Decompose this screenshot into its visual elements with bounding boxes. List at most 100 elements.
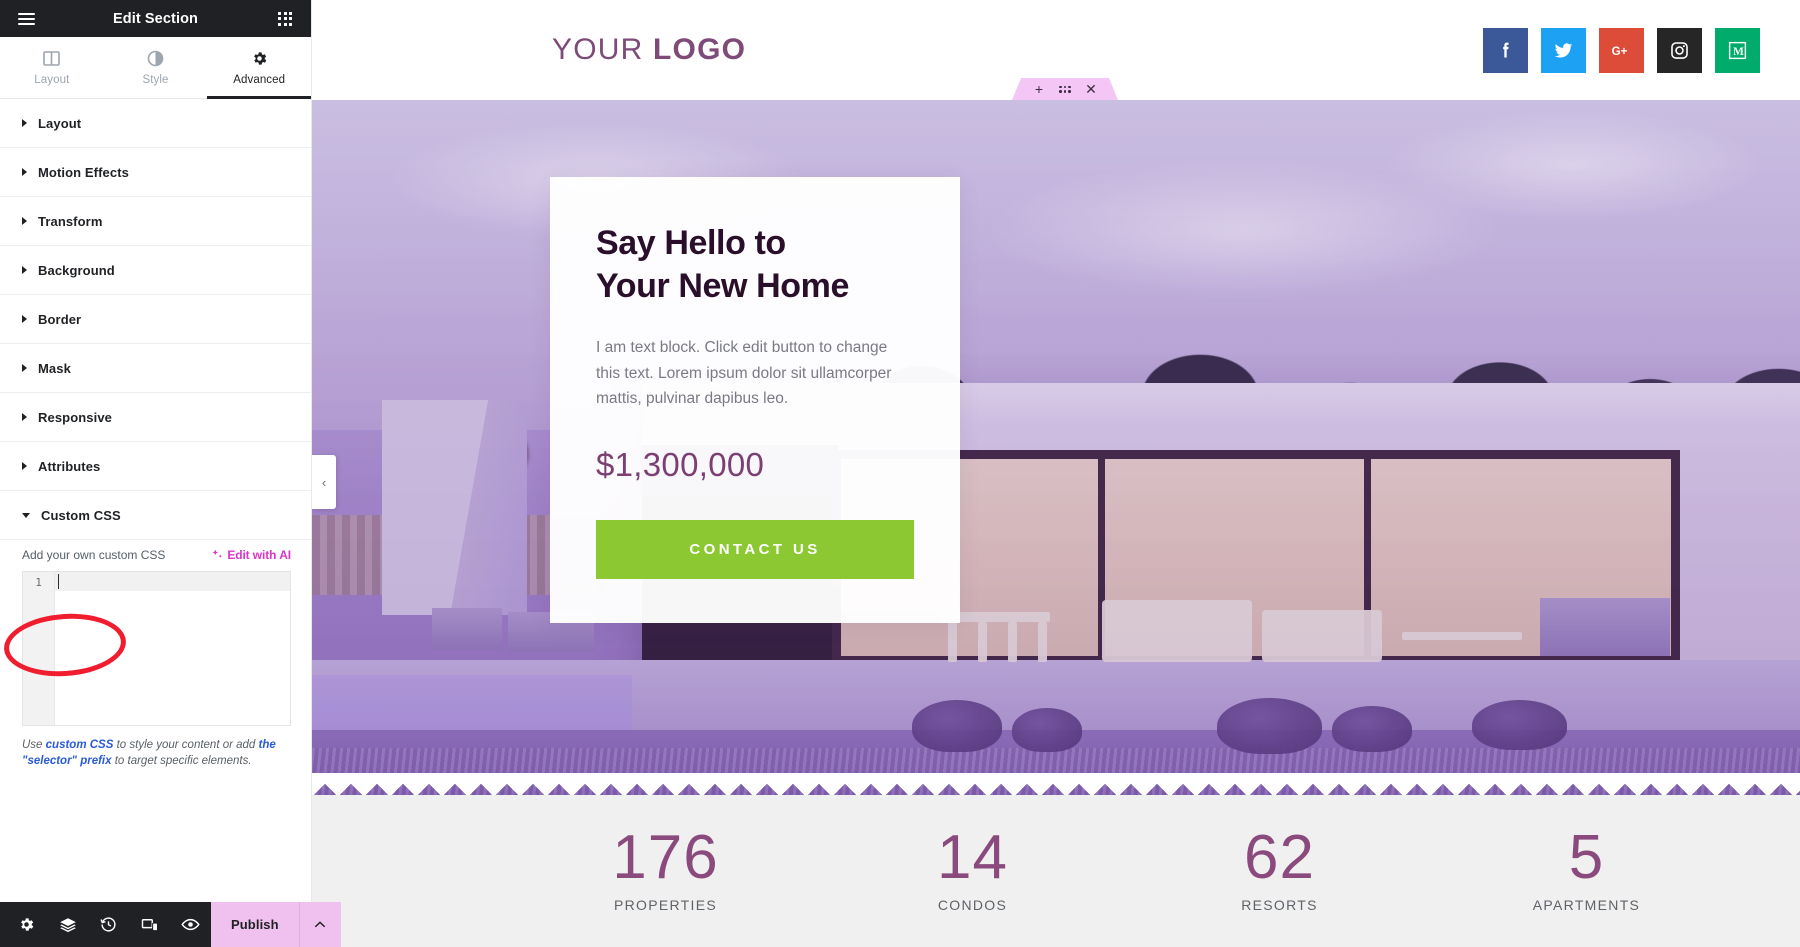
section-border[interactable]: Border bbox=[0, 295, 311, 344]
medium-icon[interactable]: M bbox=[1715, 27, 1760, 73]
footer-tools bbox=[0, 902, 211, 947]
elementor-editor: Edit Section Layout Style Advanced Layou… bbox=[0, 0, 1800, 947]
stat-label: APARTMENTS bbox=[1532, 896, 1641, 913]
publish-group: Publish bbox=[211, 902, 341, 947]
hero-title: Say Hello to Your New Home bbox=[596, 222, 914, 307]
panel-collapse-handle[interactable]: ‹ bbox=[312, 455, 336, 509]
logo-bold-word: LOGO bbox=[653, 33, 747, 66]
section-transform[interactable]: Transform bbox=[0, 197, 311, 246]
plus-icon[interactable]: + bbox=[1026, 78, 1052, 100]
tab-advanced[interactable]: Advanced bbox=[207, 37, 311, 99]
section-attributes[interactable]: Attributes bbox=[0, 442, 311, 491]
layout-columns-icon bbox=[43, 50, 61, 66]
hero-price: $1,300,000 bbox=[596, 445, 765, 483]
section-responsive-label: Responsive bbox=[38, 409, 112, 425]
section-toolbar-handle: + ✕ bbox=[1012, 78, 1118, 100]
section-mask[interactable]: Mask bbox=[0, 344, 311, 393]
custom-css-field-row: Add your own custom CSS Edit with AI bbox=[22, 548, 291, 562]
hamburger-menu-icon[interactable] bbox=[14, 7, 38, 31]
custom-css-body: Add your own custom CSS Edit with AI 1 U… bbox=[0, 540, 311, 770]
chevron-right-icon bbox=[22, 119, 27, 127]
layers-navigator-icon[interactable] bbox=[47, 902, 88, 947]
sparkle-ai-icon bbox=[212, 549, 223, 558]
editor-canvas: YOUR LOGO G+ M + ✕ Say Hello to Your New… bbox=[312, 0, 1800, 947]
contact-us-button[interactable]: CONTACT US bbox=[596, 519, 914, 579]
section-background[interactable]: Background bbox=[0, 246, 311, 295]
close-x-icon[interactable]: ✕ bbox=[1078, 78, 1104, 100]
custom-css-hint: Use custom CSS to style your content or … bbox=[22, 738, 291, 769]
purple-duotone-overlay bbox=[312, 100, 1800, 795]
hero-section[interactable]: Say Hello to Your New Home I am text blo… bbox=[312, 100, 1800, 795]
custom-css-code-editor[interactable]: 1 bbox=[22, 571, 291, 726]
eye-preview-icon[interactable] bbox=[170, 902, 211, 947]
social-icon-list: G+ M bbox=[1483, 27, 1760, 73]
chevron-right-icon bbox=[22, 413, 27, 421]
edit-with-ai-label: Edit with AI bbox=[227, 548, 291, 562]
stat-item: 5 APARTMENTS bbox=[1433, 827, 1740, 913]
contrast-circle-icon bbox=[147, 50, 164, 66]
chevron-right-icon bbox=[22, 217, 27, 225]
stat-label: PROPERTIES bbox=[614, 896, 717, 913]
tab-layout[interactable]: Layout bbox=[0, 37, 104, 98]
section-responsive[interactable]: Responsive bbox=[0, 393, 311, 442]
section-motion-effects-label: Motion Effects bbox=[38, 164, 129, 180]
svg-text:G+: G+ bbox=[1612, 46, 1628, 58]
drag-dots-icon[interactable] bbox=[1052, 78, 1078, 100]
section-layout[interactable]: Layout bbox=[0, 99, 311, 148]
settings-gear-icon[interactable] bbox=[6, 902, 47, 947]
zigzag-section-divider bbox=[312, 773, 1800, 795]
section-border-label: Border bbox=[38, 311, 82, 327]
section-custom-css[interactable]: Custom CSS bbox=[0, 491, 311, 540]
section-transform-label: Transform bbox=[38, 213, 103, 229]
history-clock-icon[interactable] bbox=[88, 902, 129, 947]
stat-item: 176 PROPERTIES bbox=[512, 823, 819, 913]
panel-sections: Layout Motion Effects Transform Backgrou… bbox=[0, 99, 311, 902]
section-background-label: Background bbox=[38, 262, 115, 278]
hero-title-line-2: Your New Home bbox=[596, 266, 849, 305]
chevron-down-icon bbox=[22, 512, 30, 518]
chevron-right-icon bbox=[22, 315, 27, 323]
stat-item: 14 CONDOS bbox=[819, 823, 1126, 913]
hint-link-custom-css[interactable]: custom CSS bbox=[46, 739, 114, 751]
hero-content-card[interactable]: Say Hello to Your New Home I am text blo… bbox=[550, 177, 960, 623]
tab-style-label: Style bbox=[142, 73, 169, 86]
code-line-number: 1 bbox=[35, 576, 42, 589]
panel-footer-toolbar: Publish bbox=[0, 902, 341, 947]
tab-layout-label: Layout bbox=[34, 73, 70, 86]
google-plus-icon[interactable]: G+ bbox=[1599, 27, 1644, 73]
hint-suffix: to target specific elements. bbox=[111, 754, 252, 767]
section-attributes-label: Attributes bbox=[38, 458, 101, 474]
facebook-icon[interactable] bbox=[1483, 27, 1528, 73]
stats-section[interactable]: 176 PROPERTIES 14 CONDOS 62 RESORTS 5 AP… bbox=[312, 795, 1800, 947]
section-motion-effects[interactable]: Motion Effects bbox=[0, 148, 311, 197]
tab-style[interactable]: Style bbox=[104, 37, 208, 98]
site-logo[interactable]: YOUR LOGO bbox=[552, 33, 746, 67]
editor-panel: Edit Section Layout Style Advanced Layou… bbox=[0, 0, 341, 947]
responsive-device-icon[interactable] bbox=[129, 902, 170, 947]
custom-css-field-label: Add your own custom CSS bbox=[22, 548, 166, 562]
code-gutter: 1 bbox=[23, 572, 55, 725]
stat-value: 14 bbox=[937, 823, 1008, 893]
hero-title-line-1: Say Hello to bbox=[596, 224, 786, 262]
chevron-right-icon bbox=[22, 364, 27, 372]
stat-label: RESORTS bbox=[1241, 896, 1318, 913]
chevron-right-icon bbox=[22, 266, 27, 274]
stat-item: 62 RESORTS bbox=[1126, 827, 1433, 913]
hint-prefix: Use bbox=[22, 739, 46, 751]
hero-description: I am text block. Click edit button to ch… bbox=[596, 339, 892, 408]
hero-background-photo bbox=[312, 100, 1800, 795]
svg-text:M: M bbox=[1733, 45, 1744, 57]
active-line-highlight bbox=[55, 572, 290, 591]
stat-value: 176 bbox=[612, 823, 719, 893]
chevron-up-icon[interactable] bbox=[298, 902, 341, 947]
gear-icon bbox=[253, 51, 266, 65]
instagram-icon[interactable] bbox=[1657, 27, 1702, 73]
grid-apps-icon[interactable] bbox=[273, 7, 297, 31]
publish-button[interactable]: Publish bbox=[211, 902, 299, 947]
section-layout-label: Layout bbox=[38, 115, 82, 131]
logo-light-word: YOUR bbox=[552, 33, 644, 66]
twitter-icon[interactable] bbox=[1541, 27, 1586, 73]
section-custom-css-label: Custom CSS bbox=[41, 507, 121, 523]
code-input-area[interactable] bbox=[55, 572, 290, 725]
edit-with-ai-button[interactable]: Edit with AI bbox=[211, 548, 291, 562]
